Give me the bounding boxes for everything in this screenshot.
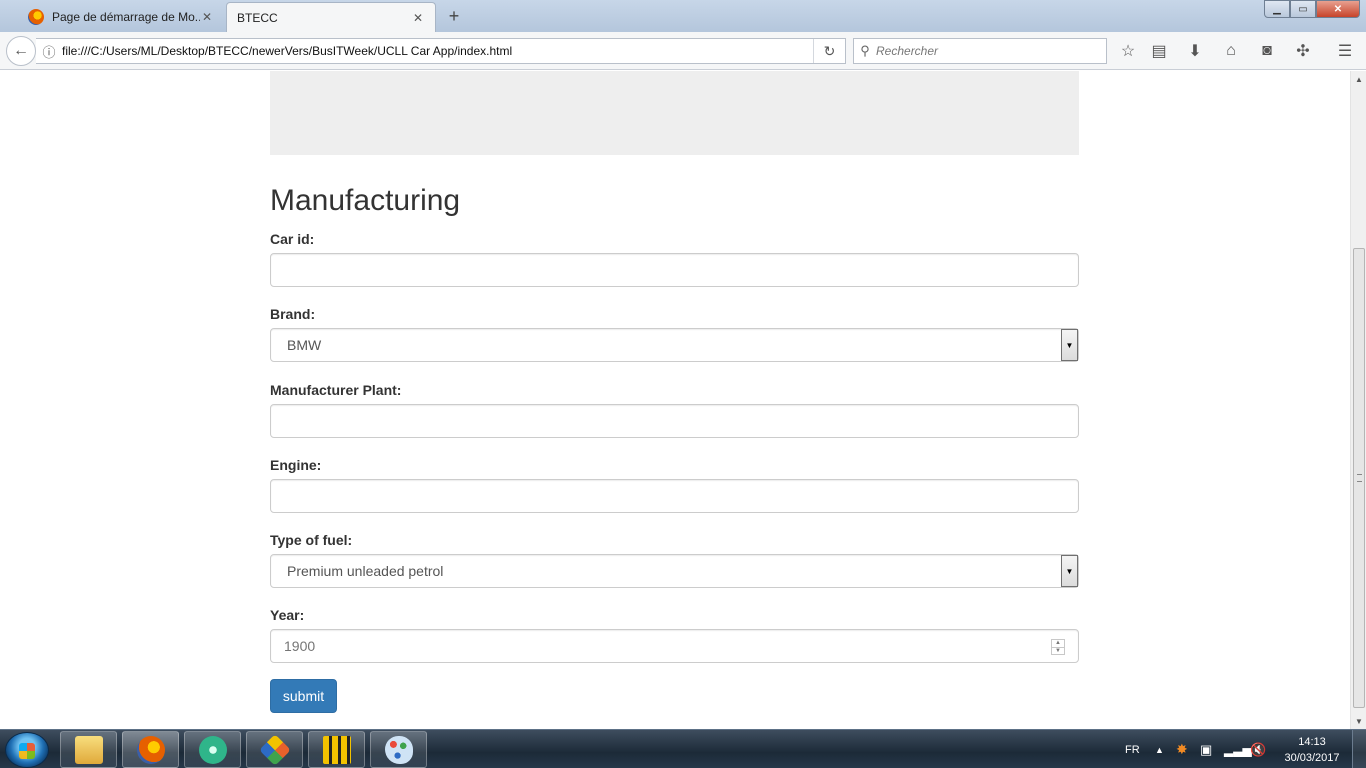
taskbar-git-extensions[interactable] [246, 731, 303, 768]
car-id-input[interactable] [287, 254, 1062, 286]
pocket-icon[interactable]: ◙ [1256, 40, 1278, 62]
minimize-button[interactable]: ▁ [1264, 0, 1290, 18]
close-tab-icon[interactable]: ✕ [411, 11, 425, 25]
download-icon[interactable]: ⬇ [1184, 40, 1206, 62]
car-id-field[interactable] [270, 253, 1079, 287]
scroll-down-icon[interactable]: ▼ [1351, 713, 1366, 729]
car-id-label: Car id: [270, 231, 315, 247]
search-placeholder: Rechercher [876, 44, 939, 58]
taskbar-paint[interactable] [370, 731, 427, 768]
atom-icon [198, 735, 227, 764]
firefox-icon [136, 735, 165, 764]
reading-list-icon[interactable]: ▤ [1148, 40, 1170, 62]
close-window-button[interactable]: ✕ [1316, 0, 1360, 18]
vertical-scrollbar[interactable]: ▲ ▼ [1350, 71, 1366, 729]
language-indicator[interactable]: FR [1125, 730, 1140, 768]
page-title: Manufacturing [270, 184, 461, 217]
engine-field[interactable] [270, 479, 1079, 513]
site-info-icon[interactable]: ⓘ [36, 42, 62, 61]
dropdown-arrow-icon[interactable]: ▼ [1061, 555, 1078, 587]
search-input[interactable]: ⚲ Rechercher [853, 38, 1107, 64]
paint-icon [384, 735, 413, 764]
clock-date: 30/03/2017 [1284, 752, 1340, 764]
avast-icon[interactable]: ✸ [1176, 730, 1188, 768]
tab-label: Page de démarrage de Mo... [52, 10, 200, 24]
engine-input[interactable] [287, 480, 1062, 512]
scrollbar-thumb[interactable] [1353, 248, 1365, 708]
year-field[interactable]: ▲ ▼ [270, 629, 1079, 663]
home-icon[interactable]: ⌂ [1220, 40, 1242, 62]
submit-button[interactable]: submit [270, 679, 337, 713]
star-icon[interactable]: ☆ [1117, 40, 1139, 62]
show-hidden-icons-icon[interactable]: ▲ [1155, 730, 1164, 768]
file-explorer-icon [74, 735, 103, 764]
tab-btecc[interactable]: BTECC ✕ [226, 2, 436, 32]
taskbar-winmerge[interactable] [308, 731, 365, 768]
url-text[interactable]: file:///C:/Users/ML/Desktop/BTECC/newerV… [62, 44, 813, 58]
dropdown-arrow-icon[interactable]: ▼ [1061, 329, 1078, 361]
engine-label: Engine: [270, 457, 322, 473]
plant-input[interactable] [287, 405, 1062, 437]
new-tab-button[interactable]: + [444, 6, 464, 27]
taskbar-atom[interactable] [184, 731, 241, 768]
taskbar: FR ▲ ✸ ▣ ▂▃▅ 🔇 14:13 30/03/2017 [0, 729, 1366, 768]
volume-muted-icon[interactable]: 🔇 [1250, 730, 1266, 768]
brand-selected-value: BMW [287, 337, 322, 353]
year-input[interactable] [284, 630, 1062, 662]
page-viewport: Manufacturing Car id: Brand: BMW ▼ Manuf… [0, 71, 1350, 729]
navigation-bar: ← ⓘ file:///C:/Users/ML/Desktop/BTECC/ne… [0, 32, 1366, 70]
fuel-selected-value: Premium unleaded petrol [287, 563, 444, 579]
grip-icon [1357, 474, 1362, 482]
plant-label: Manufacturer Plant: [270, 382, 402, 398]
network-icon[interactable]: ▂▃▅ [1224, 730, 1252, 768]
brand-select[interactable]: BMW ▼ [270, 328, 1079, 362]
windows-logo-icon [19, 743, 35, 759]
start-button[interactable] [5, 732, 49, 768]
year-label: Year: [270, 607, 305, 623]
show-desktop-button[interactable] [1352, 730, 1366, 768]
search-icon: ⚲ [860, 43, 870, 58]
header-banner [270, 71, 1079, 155]
maximize-button[interactable]: ▭ [1290, 0, 1316, 18]
decrement-icon[interactable]: ▼ [1052, 646, 1064, 655]
title-bar: Page de démarrage de Mo... ✕ BTECC ✕ + ▁… [0, 0, 1366, 32]
tab-start-page[interactable]: Page de démarrage de Mo... ✕ [14, 2, 224, 32]
taskbar-firefox[interactable] [122, 731, 179, 768]
clock-time: 14:13 [1298, 736, 1326, 748]
address-bar[interactable]: ⓘ file:///C:/Users/ML/Desktop/BTECC/newe… [36, 38, 846, 64]
reload-icon[interactable]: ↻ [813, 39, 845, 63]
tab-label: BTECC [237, 10, 278, 25]
back-button[interactable]: ← [6, 36, 36, 66]
git-extensions-icon [258, 733, 291, 766]
menu-icon[interactable]: ☰ [1334, 40, 1356, 62]
taskbar-file-explorer[interactable] [60, 731, 117, 768]
close-tab-icon[interactable]: ✕ [200, 10, 214, 24]
plant-field[interactable] [270, 404, 1079, 438]
winmerge-icon [322, 735, 351, 764]
device-icon[interactable]: ▣ [1200, 730, 1212, 768]
fuel-select[interactable]: Premium unleaded petrol ▼ [270, 554, 1079, 588]
brand-label: Brand: [270, 306, 316, 322]
scroll-up-icon[interactable]: ▲ [1351, 71, 1366, 87]
sync-icon[interactable]: ✣ [1292, 40, 1314, 62]
year-stepper[interactable]: ▲ ▼ [1051, 639, 1065, 655]
window-controls: ▁ ▭ ✕ [1264, 0, 1360, 18]
fuel-label: Type of fuel: [270, 532, 353, 548]
system-clock[interactable]: 14:13 30/03/2017 [1277, 734, 1347, 766]
firefox-icon [28, 9, 44, 25]
